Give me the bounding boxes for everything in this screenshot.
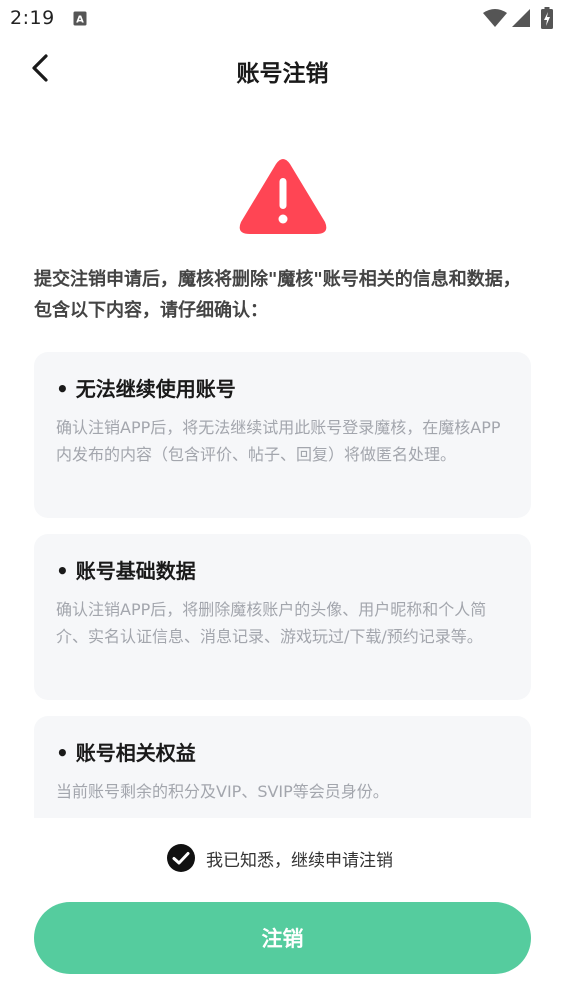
intro-text: 提交注销申请后，魔核将删除"魔核"账号相关的信息和数据，包含以下内容，请仔细确认… xyxy=(34,269,521,321)
card-desc: 当前账号剩余的积分及VIP、SVIP等会员身份。 xyxy=(56,782,389,801)
page-title: 账号注销 xyxy=(236,61,329,87)
signal-icon xyxy=(512,9,530,27)
card-desc: 确认注销APP后，将删除魔核账户的头像、用户昵称和个人简介、实名认证信息、消息记… xyxy=(56,600,487,646)
checkmark-circle-icon[interactable] xyxy=(166,843,196,873)
status-bar: 2:19 A xyxy=(0,0,565,38)
agreement-checkbox[interactable]: 我已知悉，继续申请注销 xyxy=(166,842,393,874)
card-title: • 账号基础数据 xyxy=(56,559,196,583)
agreement-label: 我已知悉，继续申请注销 xyxy=(206,850,393,871)
status-time: 2:19 xyxy=(10,7,55,29)
svg-text:A: A xyxy=(76,15,84,26)
info-scroll-area[interactable]: • 无法继续使用账号 确认注销APP后，将无法继续试用此账号登录魔核，在魔核AP… xyxy=(0,338,565,818)
info-card-benefits: • 账号相关权益 当前账号剩余的积分及VIP、SVIP等会员身份。 xyxy=(34,716,531,818)
info-card-unable-use: • 无法继续使用账号 确认注销APP后，将无法继续试用此账号登录魔核，在魔核AP… xyxy=(34,352,531,518)
wifi-icon xyxy=(483,9,507,27)
info-card-basic-data: • 账号基础数据 确认注销APP后，将删除魔核账户的头像、用户昵称和个人简介、实… xyxy=(34,534,531,700)
warning-triangle-icon xyxy=(239,159,327,234)
a-icon: A xyxy=(73,11,87,26)
battery-charging-icon xyxy=(541,7,553,29)
card-title: • 账号相关权益 xyxy=(56,741,196,765)
header: 账号注销 xyxy=(0,38,565,102)
deactivate-button[interactable]: 注销 xyxy=(34,902,531,974)
card-desc: 确认注销APP后，将无法继续试用此账号登录魔核，在魔核APP内发布的内容（包含评… xyxy=(56,418,501,464)
card-title: • 无法继续使用账号 xyxy=(56,377,236,401)
